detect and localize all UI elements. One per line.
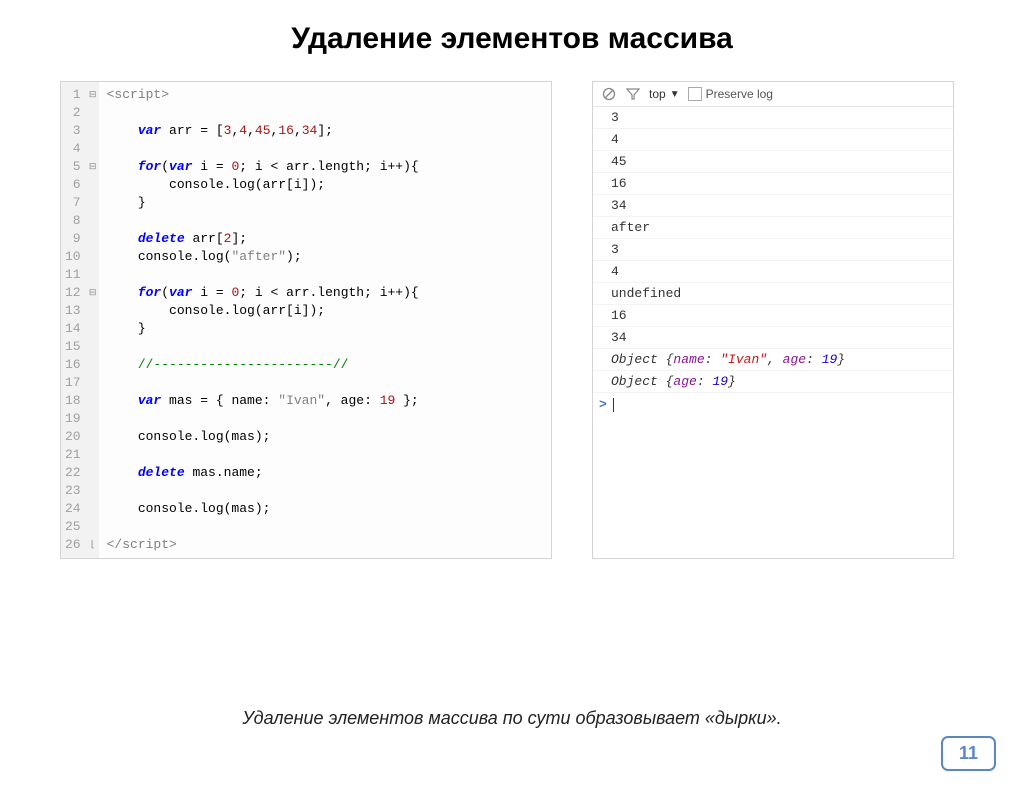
code-line: //-----------------------// (107, 356, 543, 374)
line-number: 23 (65, 482, 81, 500)
content-area: 1234567891011121314151617181920212223242… (0, 56, 1024, 559)
console-row: 16 (593, 173, 953, 195)
code-line: <script> (107, 86, 543, 104)
line-number: 1 (65, 86, 81, 104)
console-row: undefined (593, 283, 953, 305)
code-body: <script> var arr = [3,4,45,16,34]; for(v… (99, 82, 551, 558)
code-line: delete arr[2]; (107, 230, 543, 248)
line-number: 9 (65, 230, 81, 248)
fold-open-icon[interactable]: ⊟ (87, 86, 99, 104)
line-number: 26 (65, 536, 81, 554)
fold-column: ⊟ ⊟ ⊟ ⌊ (87, 82, 99, 558)
line-number: 22 (65, 464, 81, 482)
code-line (107, 140, 543, 158)
code-line (107, 518, 543, 536)
line-number: 4 (65, 140, 81, 158)
code-line (107, 266, 543, 284)
line-number: 2 (65, 104, 81, 122)
console-row: Object {age: 19} (593, 371, 953, 393)
code-line: } (107, 320, 543, 338)
code-line: delete mas.name; (107, 464, 543, 482)
code-line (107, 446, 543, 464)
code-line (107, 212, 543, 230)
code-line (107, 104, 543, 122)
code-line: console.log(arr[i]); (107, 302, 543, 320)
prompt-chevron-icon: > (599, 397, 607, 412)
fold-open-icon[interactable]: ⊟ (87, 284, 99, 302)
console-row: 34 (593, 195, 953, 217)
line-number: 14 (65, 320, 81, 338)
console-row: 4 (593, 129, 953, 151)
code-line: var arr = [3,4,45,16,34]; (107, 122, 543, 140)
console-row: 3 (593, 107, 953, 129)
preserve-log-label: Preserve log (706, 87, 773, 101)
line-number: 8 (65, 212, 81, 230)
console-row: 34 (593, 327, 953, 349)
console-row: 16 (593, 305, 953, 327)
console-row: Object {name: "Ivan", age: 19} (593, 349, 953, 371)
line-number: 15 (65, 338, 81, 356)
line-number: 13 (65, 302, 81, 320)
code-line: for(var i = 0; i < arr.length; i++){ (107, 158, 543, 176)
code-line (107, 374, 543, 392)
line-number: 5 (65, 158, 81, 176)
context-label: top (649, 87, 666, 101)
filter-icon[interactable] (625, 86, 641, 102)
devtools-console: top ▼ Preserve log 34451634after34undefi… (592, 81, 954, 559)
footnote-text: Удаление элементов массива по сути образ… (0, 708, 1024, 729)
code-line: var mas = { name: "Ivan", age: 19 }; (107, 392, 543, 410)
console-prompt[interactable]: > (593, 393, 953, 416)
page-number-badge: 11 (941, 736, 996, 771)
console-row: 3 (593, 239, 953, 261)
line-number: 18 (65, 392, 81, 410)
code-line: console.log(arr[i]); (107, 176, 543, 194)
line-number: 21 (65, 446, 81, 464)
line-number: 12 (65, 284, 81, 302)
line-number: 17 (65, 374, 81, 392)
fold-open-icon[interactable]: ⊟ (87, 158, 99, 176)
code-line: console.log(mas); (107, 500, 543, 518)
line-number: 3 (65, 122, 81, 140)
line-number: 16 (65, 356, 81, 374)
console-row: after (593, 217, 953, 239)
fold-close-icon: ⌊ (87, 536, 99, 554)
line-number: 7 (65, 194, 81, 212)
line-number: 11 (65, 266, 81, 284)
code-line (107, 482, 543, 500)
console-toolbar: top ▼ Preserve log (593, 82, 953, 107)
console-row: 45 (593, 151, 953, 173)
dropdown-icon: ▼ (670, 89, 680, 100)
line-number-gutter: 1234567891011121314151617181920212223242… (61, 82, 87, 558)
code-line (107, 410, 543, 428)
code-line: </script> (107, 536, 543, 554)
line-number: 19 (65, 410, 81, 428)
clear-console-icon[interactable] (601, 86, 617, 102)
code-editor: 1234567891011121314151617181920212223242… (60, 81, 552, 559)
console-row: 4 (593, 261, 953, 283)
line-number: 6 (65, 176, 81, 194)
code-line: console.log("after"); (107, 248, 543, 266)
code-line (107, 338, 543, 356)
slide-title: Удаление элементов массива (0, 22, 1024, 56)
line-number: 25 (65, 518, 81, 536)
line-number: 24 (65, 500, 81, 518)
line-number: 20 (65, 428, 81, 446)
code-line: } (107, 194, 543, 212)
line-number: 10 (65, 248, 81, 266)
console-output: 34451634after34undefined1634Object {name… (593, 107, 953, 393)
preserve-log-checkbox[interactable] (688, 87, 702, 101)
input-cursor (613, 398, 614, 412)
context-selector[interactable]: top ▼ (649, 87, 680, 101)
code-line: console.log(mas); (107, 428, 543, 446)
code-line: for(var i = 0; i < arr.length; i++){ (107, 284, 543, 302)
